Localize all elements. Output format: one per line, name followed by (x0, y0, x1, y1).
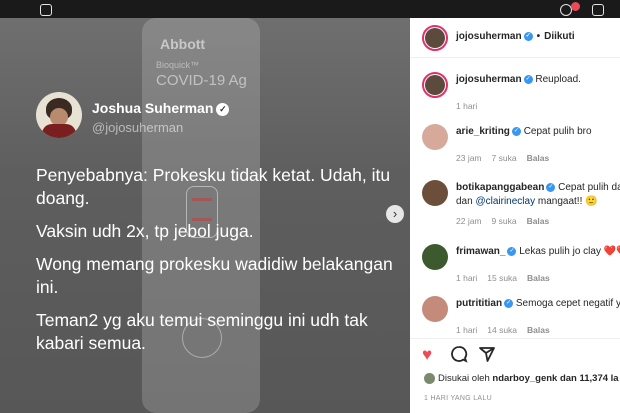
comment-text: frimawan_ ✓ Lekas pulih jo clay ❤️❤️ (456, 246, 620, 257)
comment-username[interactable]: putrititian (456, 298, 502, 309)
test-product: Bioquick™ (156, 60, 200, 70)
verified-icon: ✓ (511, 126, 521, 136)
verified-icon: ✓ (546, 182, 556, 192)
comment-time: 23 jam (456, 153, 482, 163)
verified-icon: ✓ (523, 74, 533, 84)
avatar[interactable] (422, 180, 448, 206)
list-item: arie_kriting ✓ Cepat pulih bro 23 jam 7 su… (410, 122, 620, 166)
post-header: jojosuherman ✓ • Diikuti (410, 18, 620, 58)
test-name: COVID-19 Ag (156, 72, 247, 89)
list-item: botikapanggabean ✓ Cepat pulih da dan @cla… (410, 178, 620, 234)
tweet-avatar (36, 92, 82, 138)
avatar[interactable] (422, 25, 448, 51)
follow-status-button[interactable]: Diikuti (544, 31, 575, 42)
comment-meta: 23 jam 7 suka Balas (456, 153, 559, 163)
post-timestamp: 1 HARI YANG LALU (424, 395, 492, 402)
header-username-line: jojosuherman ✓ • Diikuti (456, 31, 575, 42)
likes-count[interactable]: dan 11,374 la (557, 373, 619, 384)
verified-icon: ✓ (216, 102, 230, 116)
comment-time: 22 jam (456, 216, 482, 226)
tweet-paragraph: Vaksin udh 2x, tp jebol juga. (36, 221, 254, 241)
tweet-author: Joshua Suherman ✓ (92, 100, 230, 116)
comment-meta: 1 hari (456, 101, 487, 111)
tweet-paragraph: Wong memang prokesku wadidiw belakangan … (36, 254, 393, 297)
tweet-text: Penyebabnya: Prokesku tidak ketat. Udah,… (36, 164, 406, 365)
comment-time: 1 hari (456, 325, 478, 335)
new-post-icon[interactable] (592, 4, 604, 16)
liked-by: Disukai oleh ndarboy_genk dan 11,374 la (424, 373, 619, 384)
comment-likes[interactable]: 7 suka (492, 153, 517, 163)
notification-badge (571, 2, 580, 11)
list-item: putrititian ✓ Semoga cepet negatif y 1 ha… (410, 294, 620, 338)
reply-button[interactable]: Balas (527, 273, 550, 283)
mention-link[interactable]: @clairineclay (475, 196, 535, 207)
avatar[interactable] (422, 124, 448, 150)
post-sidebar: jojosuherman ✓ • Diikuti jojosuherman ✓ Reup… (410, 18, 620, 413)
list-item: jojosuherman ✓ Reupload. 1 hari (410, 70, 620, 114)
share-icon[interactable] (478, 345, 496, 368)
heart-icon[interactable]: ♥ (422, 345, 432, 365)
header-username[interactable]: jojosuherman (456, 31, 522, 42)
post-actions: ♥ Disukai oleh ndarboy_genk dan 11,374 l… (410, 338, 620, 413)
home-icon[interactable] (40, 4, 52, 16)
test-brand: Abbott (160, 36, 206, 52)
next-arrow-icon[interactable]: › (386, 205, 404, 223)
comment-likes[interactable]: 15 suka (487, 273, 517, 283)
reply-button[interactable]: Balas (527, 153, 550, 163)
tweet-handle: @jojosuherman (92, 120, 184, 135)
verified-icon: ✓ (523, 31, 533, 41)
liked-by-user[interactable]: ndarboy_genk (492, 373, 557, 384)
comment-username[interactable]: frimawan_ (456, 246, 505, 257)
comment-username[interactable]: botikapanggabean (456, 182, 544, 193)
comment-time: 1 hari (456, 101, 478, 111)
comment-meta: 1 hari 15 suka Balas (456, 273, 560, 283)
comment-text: putrititian ✓ Semoga cepet negatif y (456, 298, 620, 309)
comment-username[interactable]: arie_kriting (456, 126, 510, 137)
list-item: frimawan_ ✓ Lekas pulih jo clay ❤️❤️ 1 ha… (410, 242, 620, 286)
comment-username[interactable]: jojosuherman (456, 74, 522, 85)
comment-likes[interactable]: 9 suka (492, 216, 517, 226)
avatar[interactable] (422, 244, 448, 270)
post-image: Abbott Bioquick™ COVID-19 Ag Joshua Suhe… (0, 18, 410, 413)
instagram-top-nav (0, 0, 620, 18)
comment-text: botikapanggabean ✓ Cepat pulih da dan @cla… (456, 182, 620, 207)
comment-meta: 22 jam 9 suka Balas (456, 216, 559, 226)
tweet-paragraph: Penyebabnya: Prokesku tidak ketat. Udah,… (36, 165, 391, 208)
avatar (424, 373, 435, 384)
comment-text: jojosuherman ✓ Reupload. (456, 74, 581, 85)
comment-text: arie_kriting ✓ Cepat pulih bro (456, 126, 592, 137)
avatar[interactable] (422, 72, 448, 98)
comment-icon[interactable] (450, 345, 468, 368)
comment-time: 1 hari (456, 273, 478, 283)
tweet-paragraph: Teman2 yg aku temui seminggu ini udh tak… (36, 310, 368, 353)
reply-button[interactable]: Balas (527, 325, 550, 335)
verified-icon: ✓ (507, 246, 517, 256)
verified-icon: ✓ (504, 298, 514, 308)
comment-likes[interactable]: 14 suka (487, 325, 517, 335)
reply-button[interactable]: Balas (527, 216, 550, 226)
avatar[interactable] (422, 296, 448, 322)
comment-meta: 1 hari 14 suka Balas (456, 325, 560, 335)
